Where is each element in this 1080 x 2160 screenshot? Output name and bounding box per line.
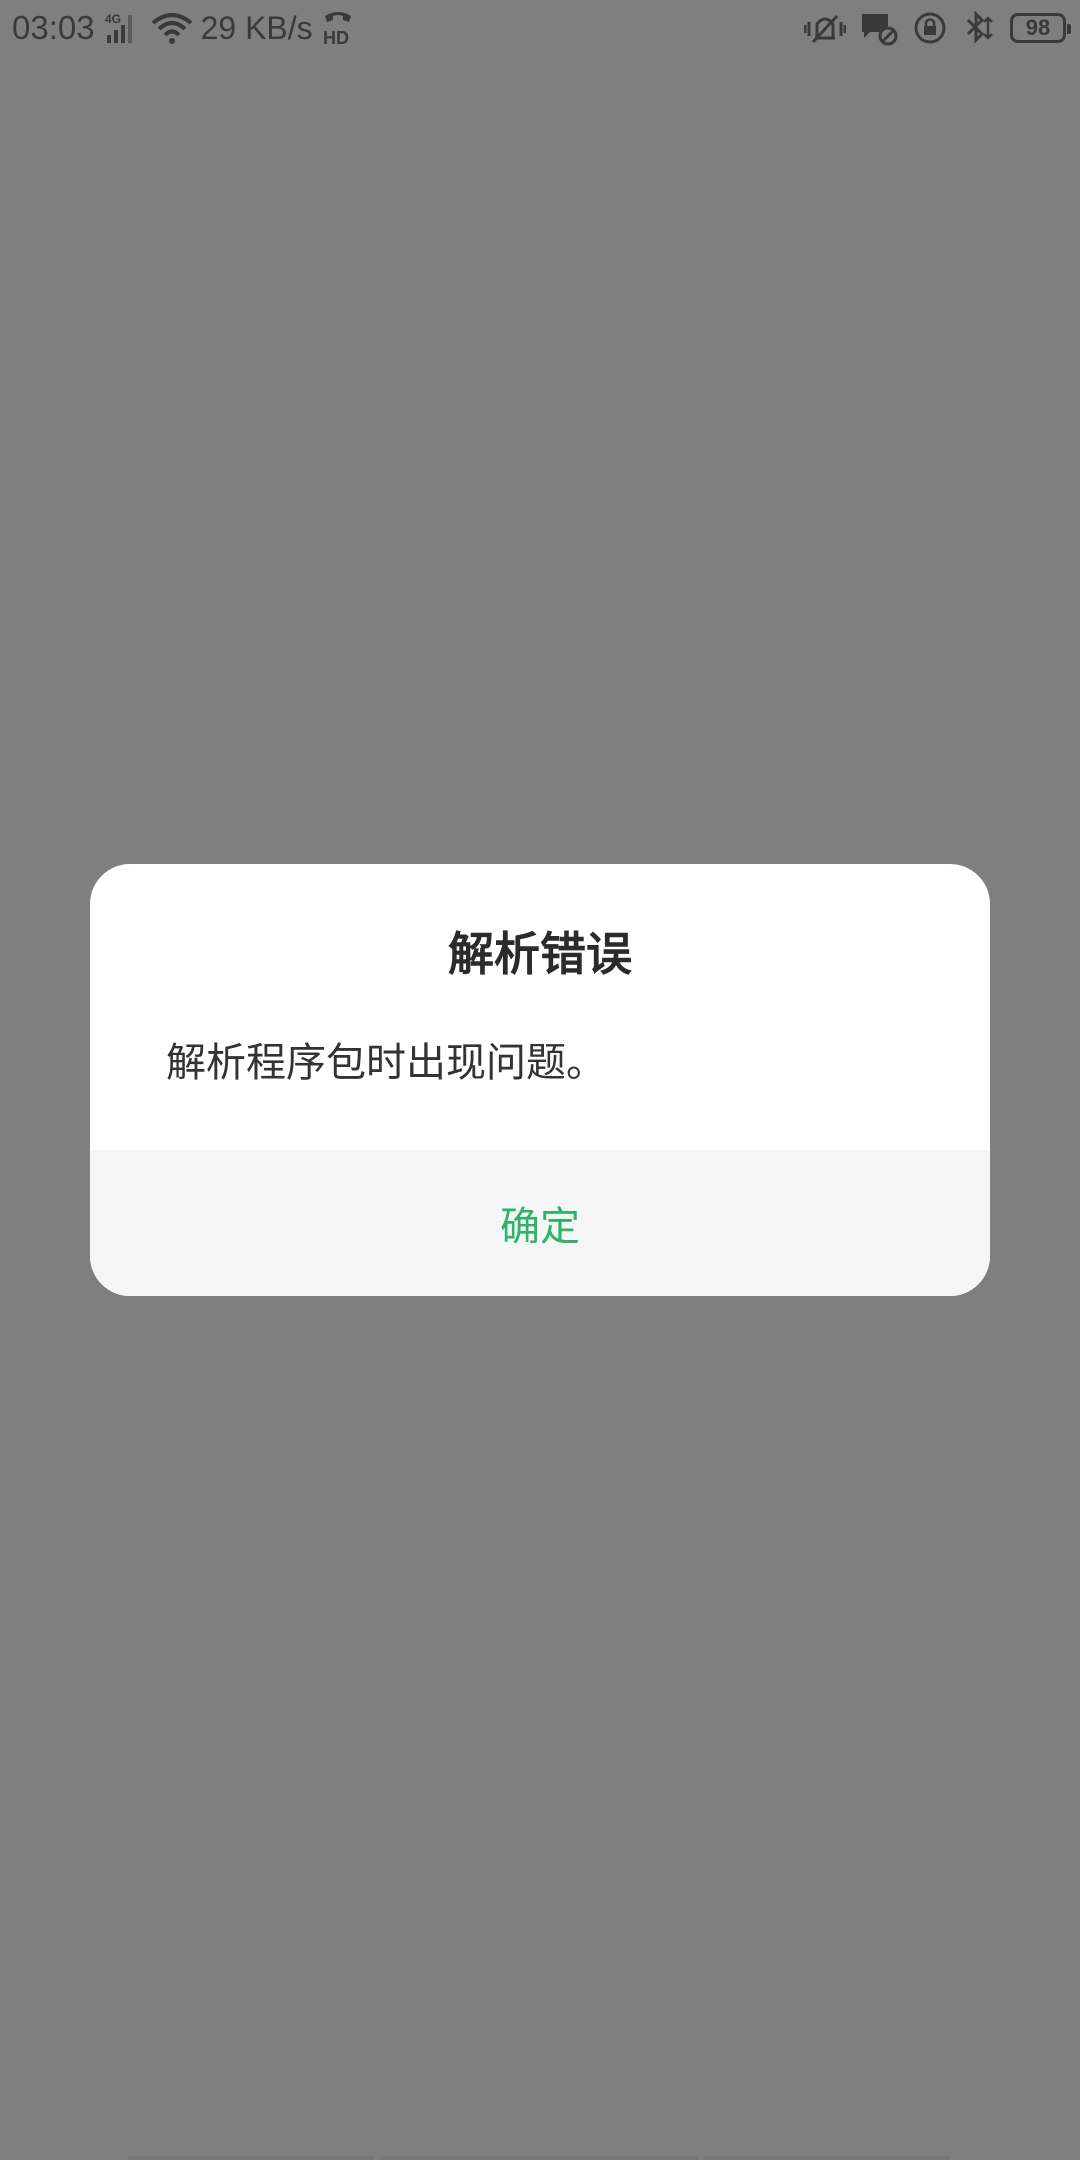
nav-hint-right: [704, 2156, 950, 2160]
dialog-message: 解析程序包时出现问题。: [166, 1040, 606, 1086]
vibrate-icon: [804, 10, 846, 46]
error-dialog: 解析错误 解析程序包时出现问题。 确定: [90, 864, 990, 1296]
bluetooth-icon: [962, 10, 996, 46]
status-bar-left: 03:03 4G 29 KB/s HD: [12, 6, 355, 50]
nav-hint-left: [128, 2156, 374, 2160]
dialog-title: 解析错误: [448, 927, 632, 981]
svg-text:HD: HD: [323, 28, 349, 46]
hd-voice-icon: HD: [321, 10, 355, 46]
status-bar: 03:03 4G 29 KB/s HD 98: [0, 0, 1080, 56]
svg-text:4G: 4G: [105, 12, 121, 26]
signal-icon: 4G: [103, 11, 143, 45]
dialog-footer: 确定: [90, 1150, 990, 1296]
status-bar-right: 98: [804, 6, 1071, 50]
net-speed: 29 KB/s: [200, 9, 313, 46]
message-blocked-icon: [860, 10, 898, 46]
battery-icon: 98: [1010, 13, 1071, 43]
screen: 03:03 4G 29 KB/s HD 98 解析错误 解析程序包时出现问题。 …: [0, 0, 1080, 2160]
battery-level: 98: [1025, 15, 1051, 40]
nav-hint-center: [380, 2156, 698, 2160]
confirm-button[interactable]: 确定: [440, 1174, 640, 1272]
rotation-lock-icon: [912, 10, 948, 46]
wifi-icon: [151, 11, 193, 45]
status-time: 03:03: [12, 9, 95, 46]
